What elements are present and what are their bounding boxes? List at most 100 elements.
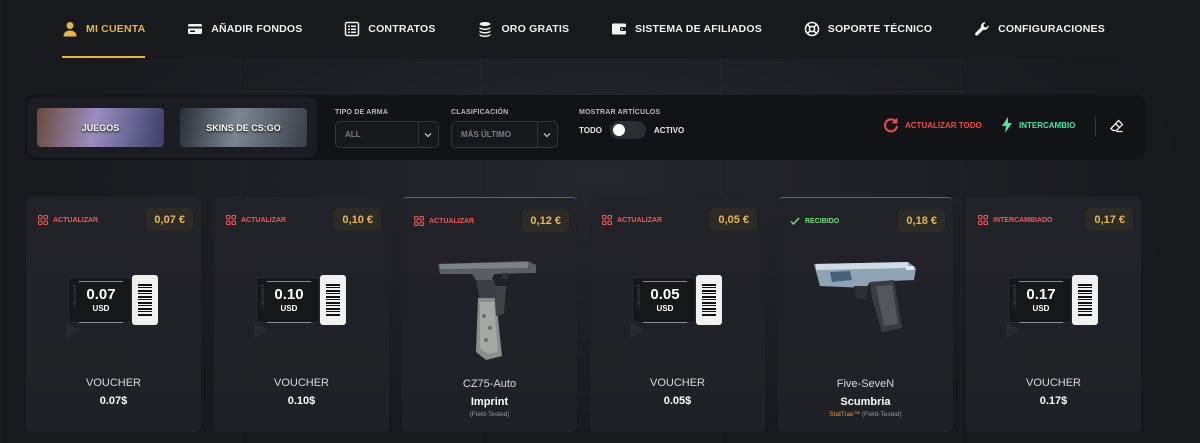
nav-soporte-tecnico[interactable]: SOPORTE TÉCNICO	[804, 0, 933, 58]
nav-contratos[interactable]: CONTRATOS	[344, 0, 435, 58]
nav-label: CONFIGURACIONES	[998, 23, 1105, 35]
voucher-amount: 0.17	[1026, 286, 1056, 303]
status-label: ACTUALIZAR	[617, 216, 663, 224]
inventory-grid: ACTUALIZAR 0,07 € VOUCHER 0.07 USD VOUCH…	[26, 197, 1141, 432]
weapon-type-filter: TIPO DE ARMA ALL	[335, 109, 439, 148]
status-badge: ACTUALIZAR	[226, 215, 286, 225]
filter-bar: JUEGOS SKINS DE CS:GO TIPO DE ARMA ALL C…	[25, 95, 1145, 160]
item-title: VOUCHER	[649, 377, 705, 389]
game-tile-csgo[interactable]: SKINS DE CS:GO	[180, 108, 307, 147]
item-card[interactable]: RECIBIDO 0,18 € Five-SeveN Scumbria Stat…	[778, 197, 953, 432]
item-subtitle: 0.05$	[663, 395, 692, 407]
refresh-icon	[884, 118, 898, 133]
voucher-amount: 0.10	[274, 286, 304, 303]
pistol-image	[814, 262, 916, 332]
divider	[1095, 117, 1096, 137]
voucher-image: VOUCHER 0.17 USD	[1008, 275, 1100, 325]
item-card[interactable]: ACTUALIZAR 0,07 € VOUCHER 0.07 USD VOUCH…	[26, 197, 201, 432]
status-badge: RECIBIDO	[790, 216, 839, 226]
voucher-amount: 0.07	[86, 286, 116, 303]
exchange-label: INTERCAMBIO	[1019, 120, 1076, 130]
chevron-down-icon	[418, 122, 432, 147]
sort-filter: CLASIFICACIÓN MÁS ÚLTIMO	[451, 109, 558, 148]
grid-icon	[226, 215, 236, 225]
eraser-icon[interactable]	[1110, 119, 1124, 138]
status-label: INTERCAMBIADO	[993, 216, 1053, 224]
game-tile-label: SKINS DE CS:GO	[206, 122, 281, 133]
nav-sistema-afiliados[interactable]: SISTEMA DE AFILIADOS	[611, 0, 762, 58]
voucher-currency: USD	[656, 304, 674, 313]
status-label: ACTUALIZAR	[53, 216, 99, 224]
nav-oro-gratis[interactable]: ORO GRATIS	[477, 0, 569, 58]
top-navigation: MI CUENTA AÑADIR FONDOS CONTRATOS ORO GR…	[40, 0, 1145, 58]
wear-label: (Field-Tested)	[861, 411, 902, 418]
checkmark-icon	[790, 217, 800, 226]
barcode-icon	[1072, 275, 1098, 325]
item-card[interactable]: ACTUALIZAR 0,10 € VOUCHER 0.10 USD VOUCH…	[214, 197, 389, 432]
barcode-icon	[320, 275, 346, 325]
item-card[interactable]: ACTUALIZAR 0,12 € CZ75-Auto Imprint (Fie…	[402, 197, 577, 432]
refresh-all-button[interactable]: ACTUALIZAR TODO	[883, 117, 982, 133]
nav-anadir-fondos[interactable]: AÑADIR FONDOS	[187, 0, 302, 58]
price-badge: 0,17 €	[1086, 208, 1133, 231]
weapon-type-select[interactable]: ALL	[335, 121, 439, 148]
nav-label: ORO GRATIS	[501, 23, 570, 35]
nav-label: CONTRATOS	[368, 23, 436, 35]
item-title: CZ75-Auto	[462, 378, 517, 390]
grid-icon	[38, 215, 48, 225]
game-tile-juegos[interactable]: JUEGOS	[37, 108, 164, 147]
nav-label: MI CUENTA	[86, 23, 146, 35]
show-items-toggle[interactable]	[609, 121, 646, 139]
game-selector: JUEGOS SKINS DE CS:GO	[27, 97, 317, 158]
pistol-image	[438, 261, 536, 360]
toggle-knob	[612, 124, 625, 136]
item-card[interactable]: ACTUALIZAR 0,05 € VOUCHER 0.05 USD VOUCH…	[590, 197, 765, 432]
chevron-down-icon	[537, 122, 551, 147]
status-badge: ACTUALIZAR	[38, 215, 98, 225]
lifebuoy-icon	[804, 21, 820, 37]
toggle-right-label: ACTIVO	[653, 125, 685, 135]
refresh-all-label: ACTUALIZAR TODO	[905, 120, 982, 130]
sort-value: MÁS ÚLTIMO	[461, 130, 512, 139]
item-title: VOUCHER	[1025, 377, 1081, 389]
status-badge: INTERCAMBIADO	[978, 215, 1053, 225]
nav-label: SISTEMA DE AFILIADOS	[635, 23, 762, 35]
coins-icon	[479, 22, 491, 37]
list-icon	[345, 21, 360, 37]
voucher-image: VOUCHER 0.10 USD	[256, 275, 348, 325]
voucher-currency: USD	[280, 304, 298, 313]
barcode-icon	[696, 275, 722, 325]
price-badge: 0,07 €	[146, 208, 193, 231]
show-items-filter: MOSTRAR ARTÍCULOS TODO ACTIVO	[579, 109, 684, 139]
status-badge: ACTUALIZAR	[602, 215, 662, 225]
item-card[interactable]: INTERCAMBIADO 0,17 € VOUCHER 0.17 USD VO…	[966, 197, 1141, 432]
sort-label: CLASIFICACIÓN	[451, 109, 509, 116]
grid-icon	[602, 215, 612, 225]
item-subtitle: Imprint	[470, 396, 509, 408]
item-subtitle: 0.10$	[287, 395, 316, 407]
status-badge: ACTUALIZAR	[414, 216, 474, 226]
barcode-icon	[132, 275, 158, 325]
sort-select[interactable]: MÁS ÚLTIMO	[451, 121, 558, 148]
item-wear: StatTrak™ (Field-Tested)	[778, 411, 953, 418]
item-wear: (Field-Tested)	[402, 411, 577, 418]
status-label: RECIBIDO	[805, 217, 840, 225]
item-title: Five-SeveN	[836, 378, 895, 390]
nav-configuraciones[interactable]: CONFIGURACIONES	[974, 0, 1105, 58]
exchange-button[interactable]: INTERCAMBIO	[1001, 117, 1075, 133]
game-tile-label: JUEGOS	[81, 122, 120, 133]
item-title: VOUCHER	[85, 377, 141, 389]
price-badge: 0,10 €	[334, 208, 381, 231]
grid-icon	[978, 215, 988, 225]
item-subtitle: 0.07$	[99, 395, 128, 407]
wallet-icon	[612, 23, 626, 35]
wear-label: (Field-Tested)	[469, 411, 510, 418]
voucher-amount: 0.05	[650, 286, 680, 303]
voucher-image: VOUCHER 0.05 USD	[632, 275, 724, 325]
nav-mi-cuenta[interactable]: MI CUENTA	[62, 0, 146, 58]
price-badge: 0,18 €	[898, 209, 945, 232]
status-label: ACTUALIZAR	[429, 217, 475, 225]
voucher-currency: USD	[1032, 304, 1050, 313]
status-label: ACTUALIZAR	[241, 216, 287, 224]
nav-label: AÑADIR FONDOS	[211, 23, 303, 35]
